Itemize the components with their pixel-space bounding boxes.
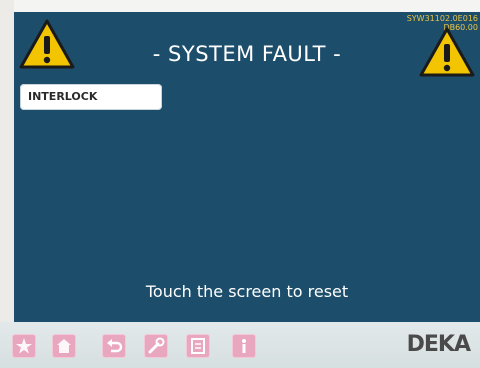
page-title: - SYSTEM FAULT -: [152, 42, 342, 66]
brand-logo: DEKA: [406, 332, 471, 357]
home-icon: [57, 339, 71, 353]
undo-icon: [107, 339, 123, 353]
warning-icon: [419, 27, 475, 77]
star-button[interactable]: [12, 334, 36, 358]
home-button[interactable]: [52, 334, 76, 358]
document-button[interactable]: [186, 334, 210, 358]
version-line: SYW31102.0E016: [406, 14, 478, 23]
reset-prompt[interactable]: Touch the screen to reset: [14, 282, 480, 301]
info-button[interactable]: [232, 334, 256, 358]
back-button[interactable]: [102, 334, 126, 358]
fault-code-label: INTERLOCK: [28, 90, 98, 103]
tools-icon: [148, 337, 165, 354]
info-icon: [242, 339, 246, 353]
fault-screen[interactable]: - SYSTEM FAULT - SYW31102.0E016 DB60.00 …: [14, 12, 480, 322]
fault-code-box: INTERLOCK: [20, 84, 162, 110]
tools-button[interactable]: [144, 334, 168, 358]
bottom-toolbar: DEKA: [0, 322, 480, 368]
document-icon: [191, 338, 205, 354]
device-frame: [0, 0, 14, 368]
star-icon: [16, 338, 32, 354]
